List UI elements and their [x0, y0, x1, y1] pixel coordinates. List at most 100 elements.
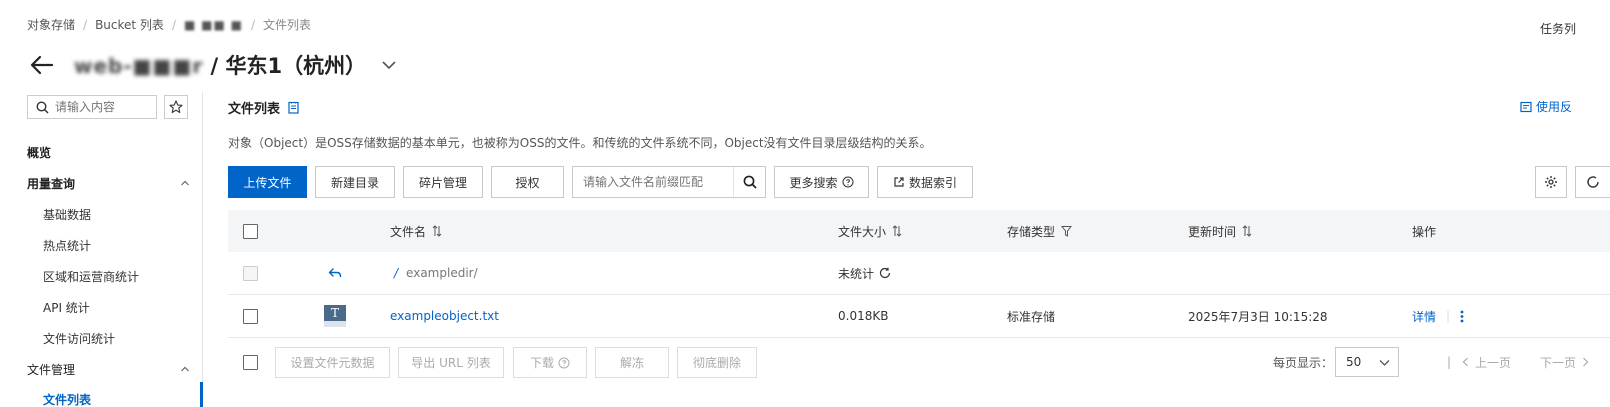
filter-icon[interactable]: [1061, 225, 1073, 237]
page-size-select[interactable]: 50: [1335, 347, 1399, 377]
header-file-size[interactable]: 文件大小: [838, 210, 902, 252]
help-circle-icon: [558, 357, 570, 368]
sort-icon[interactable]: [1242, 225, 1252, 237]
fragment-management-button[interactable]: 碎片管理: [403, 166, 483, 198]
favorite-button[interactable]: [164, 95, 188, 119]
row-select-cell: [243, 252, 258, 294]
file-size: 0.018KB: [838, 309, 889, 323]
parent-path[interactable]: / exampledir/: [394, 252, 478, 294]
breadcrumb: 对象存储 / Bucket 列表 / ■ ■■ ■ / 文件列表: [27, 16, 311, 33]
sidebar-item-file-access-stats[interactable]: 文件访问统计: [43, 330, 115, 347]
table-row[interactable]: T exampleobject.txt 0.018KB 标准存储 2025年7月…: [228, 295, 1610, 338]
storage-type: 标准存储: [1007, 309, 1056, 324]
bucket-name: web-■■■r: [74, 54, 204, 78]
next-page-button[interactable]: 下一页: [1540, 347, 1589, 377]
select-all-checkbox[interactable]: [243, 223, 258, 239]
file-name-cell: exampleobject.txt: [390, 295, 499, 337]
next-page-label: 下一页: [1540, 355, 1577, 370]
row-checkbox: [243, 265, 258, 281]
sidebar-item-file-list[interactable]: 文件列表: [43, 391, 91, 407]
upload-file-button[interactable]: 上传文件: [228, 166, 307, 198]
authorize-button[interactable]: 授权: [491, 166, 564, 198]
chevron-down-icon: [1379, 360, 1390, 366]
sort-icon[interactable]: [432, 225, 442, 237]
data-index-button[interactable]: 数据索引: [877, 166, 973, 198]
sidebar-item-api-stats[interactable]: API 统计: [43, 299, 90, 316]
sidebar-search-input[interactable]: [55, 100, 155, 114]
sort-icon[interactable]: [892, 225, 902, 237]
refresh-button[interactable]: [1575, 166, 1610, 198]
return-icon[interactable]: [328, 252, 342, 294]
star-icon: [169, 100, 183, 114]
breadcrumb-file-list: 文件列表: [263, 18, 312, 32]
current-path: exampledir/: [406, 266, 478, 280]
breadcrumb-separator: /: [83, 17, 88, 32]
header-actions: 操作: [1412, 224, 1437, 239]
document-icon[interactable]: [288, 101, 299, 114]
file-name-link[interactable]: exampleobject.txt: [390, 309, 499, 323]
external-link-icon: [894, 177, 904, 187]
prev-page-button[interactable]: 上一页: [1462, 347, 1511, 377]
breadcrumb-separator: /: [171, 17, 176, 32]
search-button[interactable]: [733, 167, 765, 197]
bucket-region: / 华东1（杭州）: [203, 54, 367, 78]
more-search-label: 更多搜索: [789, 175, 838, 190]
help-circle-icon: [842, 176, 853, 188]
actions-cell: 详情 |: [1412, 295, 1464, 337]
set-metadata-button[interactable]: 设置文件元数据: [275, 347, 390, 378]
more-search-button[interactable]: 更多搜索: [774, 166, 869, 198]
table-row-parent[interactable]: / exampledir/ 未统计: [228, 252, 1610, 295]
unfreeze-button[interactable]: 解冻: [595, 347, 669, 378]
search-icon: [36, 100, 49, 114]
feedback-link[interactable]: 使用反: [1520, 98, 1572, 115]
header-file-name[interactable]: 文件名: [390, 210, 442, 252]
data-index-label: 数据索引: [908, 175, 957, 190]
sidebar-item-region-stats[interactable]: 区域和运营商统计: [43, 268, 139, 285]
table-header: 文件名 文件大小 存储类型 更新时间 操作: [228, 210, 1610, 252]
sidebar-item-hot-stats[interactable]: 热点统计: [43, 237, 91, 254]
file-search[interactable]: [572, 166, 766, 198]
sidebar-group-usage[interactable]: 用量查询: [27, 175, 75, 192]
chevron-up-icon[interactable]: [180, 363, 190, 373]
footer-select-cell: [243, 344, 258, 380]
header-storage-type[interactable]: 存储类型: [1007, 210, 1073, 252]
new-directory-button[interactable]: 新建目录: [315, 166, 395, 198]
select-all-footer-checkbox[interactable]: [243, 354, 258, 370]
header-updated-time[interactable]: 更新时间: [1188, 210, 1252, 252]
batch-actions-bar: 设置文件元数据 导出 URL 列表 下载 解冻 彻底删除 每页显示： 50 | …: [228, 344, 1610, 384]
gear-icon: [1545, 176, 1557, 188]
download-label: 下载: [529, 356, 554, 370]
sidebar-item-basic-data[interactable]: 基础数据: [43, 206, 91, 223]
chevron-left-icon: [1462, 357, 1468, 367]
breadcrumb-bucket-list[interactable]: Bucket 列表: [95, 16, 164, 33]
search-icon: [743, 175, 757, 189]
header-file-size-label: 文件大小: [838, 224, 887, 239]
sidebar-search[interactable]: [27, 95, 157, 119]
file-prefix-search-input[interactable]: [573, 175, 733, 189]
export-url-button[interactable]: 导出 URL 列表: [398, 347, 504, 378]
sidebar-item-overview[interactable]: 概览: [27, 144, 51, 161]
breadcrumb-bucket-name[interactable]: ■ ■■ ■: [184, 18, 243, 32]
updated-time: 2025年7月3日 10:15:28: [1188, 309, 1328, 324]
feedback-label: 使用反: [1536, 100, 1573, 114]
chevron-up-icon[interactable]: [180, 177, 190, 187]
chevron-down-icon[interactable]: [380, 56, 398, 74]
more-vertical-icon[interactable]: [1460, 310, 1464, 323]
chevron-right-icon: [1583, 357, 1589, 367]
back-arrow-icon[interactable]: [30, 55, 56, 75]
download-button[interactable]: 下载: [513, 347, 587, 378]
path-root-link[interactable]: /: [394, 266, 398, 280]
sidebar-group-file-management[interactable]: 文件管理: [27, 361, 75, 378]
select-all-cell: [243, 210, 258, 252]
breadcrumb-object-storage[interactable]: 对象存储: [27, 16, 75, 33]
row-select-cell: [243, 295, 258, 337]
refresh-icon[interactable]: [879, 267, 891, 279]
header-file-name-label: 文件名: [390, 224, 427, 239]
row-checkbox[interactable]: [243, 308, 258, 324]
sidebar-active-indicator: [200, 382, 203, 407]
settings-button[interactable]: [1535, 166, 1567, 198]
page-size-label: 每页显示：: [1273, 355, 1334, 370]
details-link[interactable]: 详情: [1412, 308, 1436, 325]
task-list-link[interactable]: 任务列: [1540, 20, 1576, 37]
permanent-delete-button[interactable]: 彻底删除: [677, 347, 757, 378]
